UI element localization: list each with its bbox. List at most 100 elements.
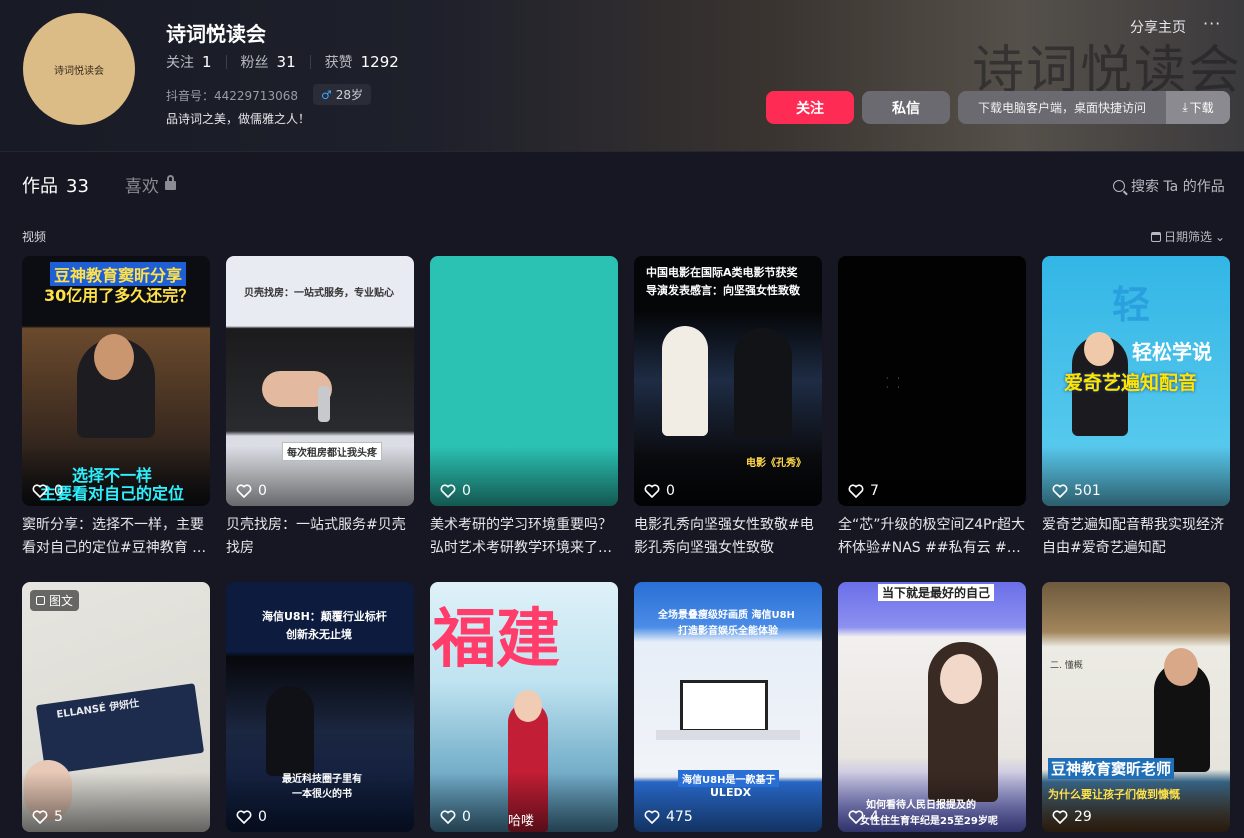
profile-bio: 品诗词之美，做儒雅之人！	[166, 112, 311, 126]
chevron-down-icon: ⌄	[1215, 229, 1226, 244]
heart-icon	[236, 810, 252, 824]
search-icon	[1113, 180, 1125, 192]
heart-icon	[1052, 484, 1068, 498]
video-title[interactable]: 贝壳找房：一站式服务#贝壳找房	[226, 514, 414, 560]
followers-stat[interactable]: 粉丝 31	[241, 52, 296, 72]
thumb-overlay-text: 打造影音娱乐全能体验	[678, 626, 778, 637]
profile-header: 诗词悦读会 诗词悦读会 诗词悦读会 关注 1 粉丝 31 获赞 1292 抖音号：44…	[0, 0, 1244, 152]
avatar[interactable]: 诗词悦读会	[23, 13, 135, 125]
like-count-value: 475	[666, 809, 693, 825]
thumb-overlay-text: 如何看待人民日报提及的	[866, 800, 976, 811]
video-thumbnail[interactable]: 当下就是最好的自己 如何看待人民日报提及的 女性住生育年纪是25至29岁呢 4	[838, 582, 1026, 832]
video-thumbnail[interactable]: · · · · 7	[838, 256, 1026, 506]
person-silhouette	[662, 326, 708, 436]
heart-icon	[32, 810, 48, 824]
heart-icon	[1052, 810, 1068, 824]
search-label: 搜索 Ta 的作品	[1131, 179, 1225, 195]
image-icon	[36, 596, 45, 605]
thumb-overlay-text: 30亿用了多久还完？	[44, 286, 195, 305]
thumb-overlay-text: 每次租房都让我头疼	[282, 442, 382, 461]
video-thumbnail[interactable]: 中国电影在国际A类电影节获奖 导演发表感言：向坚强女性致敬 电影《孔秀》 0	[634, 256, 822, 506]
tab-works[interactable]: 作品 33	[22, 172, 89, 198]
video-title[interactable]: 爱奇艺遍知配音帮我实现经济自由#爱奇艺遍知配	[1042, 514, 1230, 560]
works-count: 33	[66, 176, 89, 197]
douyin-id: 抖音号：44229713068	[166, 89, 298, 103]
thumb-overlay-text: 福建	[432, 602, 560, 677]
thumb-overlay-text: 爱奇艺遍知配音	[1064, 372, 1198, 394]
face-shape	[1164, 648, 1198, 686]
video-thumbnail[interactable]: 海信U8H：颠覆行业标杆 创新永无止境 最近科技圈子里有 一本很火的书 0	[226, 582, 414, 832]
face-shape	[514, 690, 542, 722]
thumb-overlay-text: 哈喽	[508, 814, 535, 829]
message-button[interactable]: 私信	[862, 91, 950, 124]
thumb-overlay-text: 中国电影在国际A类电影节获奖	[646, 266, 798, 279]
video-thumbnail[interactable]: 图文 ELLANSÉ 伊妍仕 5	[22, 582, 210, 832]
like-count: 501	[1052, 483, 1101, 499]
lock-icon	[164, 175, 176, 190]
video-title[interactable]: 窦昕分享：选择不一样，主要看对自己的定位#豆神教育 …	[22, 514, 210, 560]
download-button[interactable]: ⤓ 下载	[1166, 91, 1230, 124]
image-post-tag-label: 图文	[49, 594, 74, 608]
video-title[interactable]: 美术考研的学习环境重要吗？弘时艺术考研教学环境来了…	[430, 514, 618, 560]
follow-button[interactable]: 关注	[766, 91, 854, 124]
heart-icon	[848, 484, 864, 498]
date-filter-label: 日期筛选	[1164, 230, 1213, 244]
heart-icon	[644, 810, 660, 824]
person-silhouette	[266, 686, 314, 776]
like-count: 0	[440, 809, 471, 825]
search-works[interactable]: 搜索 Ta 的作品	[1113, 176, 1225, 196]
male-icon: ♂	[321, 87, 332, 102]
like-count-value: 5	[54, 809, 63, 825]
thumb-overlay-text: 当下就是最好的自己	[878, 584, 995, 601]
tab-likes[interactable]: 喜欢	[125, 172, 176, 197]
section-label: 视频	[22, 230, 47, 244]
profile-stats: 关注 1 粉丝 31 获赞 1292	[166, 52, 399, 72]
thumb-overlay-text: 二. 懂概	[1050, 661, 1083, 671]
video-thumbnail[interactable]: 贝壳找房：一站式服务，专业贴心 每次租房都让我头疼 0	[226, 256, 414, 506]
thumb-overlay-text: 豆神教育窦昕老师	[1048, 758, 1175, 779]
heart-icon	[32, 484, 48, 498]
download-label: 下载	[1189, 101, 1214, 115]
thumb-overlay-text: 创新永无止境	[286, 628, 352, 641]
heart-icon	[644, 484, 660, 498]
like-count: 29	[1052, 809, 1092, 825]
heart-icon	[236, 484, 252, 498]
thumb-overlay-text: 贝壳找房：一站式服务，专业贴心	[244, 288, 394, 299]
video-thumbnail[interactable]: 0	[430, 256, 618, 506]
video-thumbnail[interactable]: 全场景叠瘦级好画质 海信U8H 打造影音娱乐全能体验 海信U8H是一款基于 UL…	[634, 582, 822, 832]
profile-name: 诗词悦读会	[166, 22, 266, 46]
thumb-overlay-text: 为什么要让孩子们做到慷慨	[1048, 788, 1180, 801]
date-filter[interactable]: 日期筛选 ⌄	[1151, 228, 1225, 245]
video-title[interactable]: 全“芯”升级的极空间Z4Pr超大杯体验#NAS ##私有云 #…	[838, 514, 1026, 560]
thumb-overlay-text: 女性住生育年纪是25至29岁呢	[860, 816, 998, 827]
video-thumbnail[interactable]: 二. 懂概 豆神教育窦昕老师 为什么要让孩子们做到慷慨 29	[1042, 582, 1230, 832]
download-hint: 下载电脑客户端，桌面快捷访问	[977, 101, 1146, 115]
share-profile-button[interactable]: 分享主页	[1130, 17, 1186, 37]
video-thumbnail[interactable]: 豆神教育窦昕分享 30亿用了多久还完？ 选择不一样 主要看对自己的定位 0	[22, 256, 210, 506]
tab-works-label: 作品	[22, 176, 58, 197]
thumb-overlay-text: 全场景叠瘦级好画质 海信U8H	[658, 610, 795, 621]
like-count: 0	[440, 483, 471, 499]
like-count-value: 0	[462, 483, 471, 499]
download-icon: ⤓	[1182, 100, 1188, 114]
following-stat[interactable]: 关注 1	[166, 52, 212, 72]
like-count: 7	[848, 483, 879, 499]
face-shape	[94, 334, 134, 380]
thumb-overlay-text: 轻松学说	[1132, 340, 1212, 364]
likes-label: 获赞	[324, 55, 353, 71]
heart-icon	[848, 810, 864, 824]
key-shape	[318, 386, 330, 422]
like-count-value: 0	[666, 483, 675, 499]
more-icon[interactable]: ···	[1203, 14, 1221, 33]
video-thumbnail[interactable]: 轻 轻松学说 爱奇艺遍知配音 501	[1042, 256, 1230, 506]
age-badge: ♂ 28岁	[313, 84, 372, 105]
stand-shape	[656, 730, 800, 740]
video-title[interactable]: 电影孔秀向坚强女性致敬#电影孔秀向坚强女性致敬	[634, 514, 822, 560]
tab-likes-label: 喜欢	[124, 177, 159, 197]
video-thumbnail[interactable]: 福建 哈喽 0	[430, 582, 618, 832]
thumb-overlay-text: ULEDX	[710, 786, 752, 799]
profile-tabs: 作品 33 喜欢	[22, 172, 176, 198]
followers-count: 31	[276, 53, 296, 71]
like-count: 0	[236, 809, 267, 825]
like-count-value: 7	[870, 483, 879, 499]
